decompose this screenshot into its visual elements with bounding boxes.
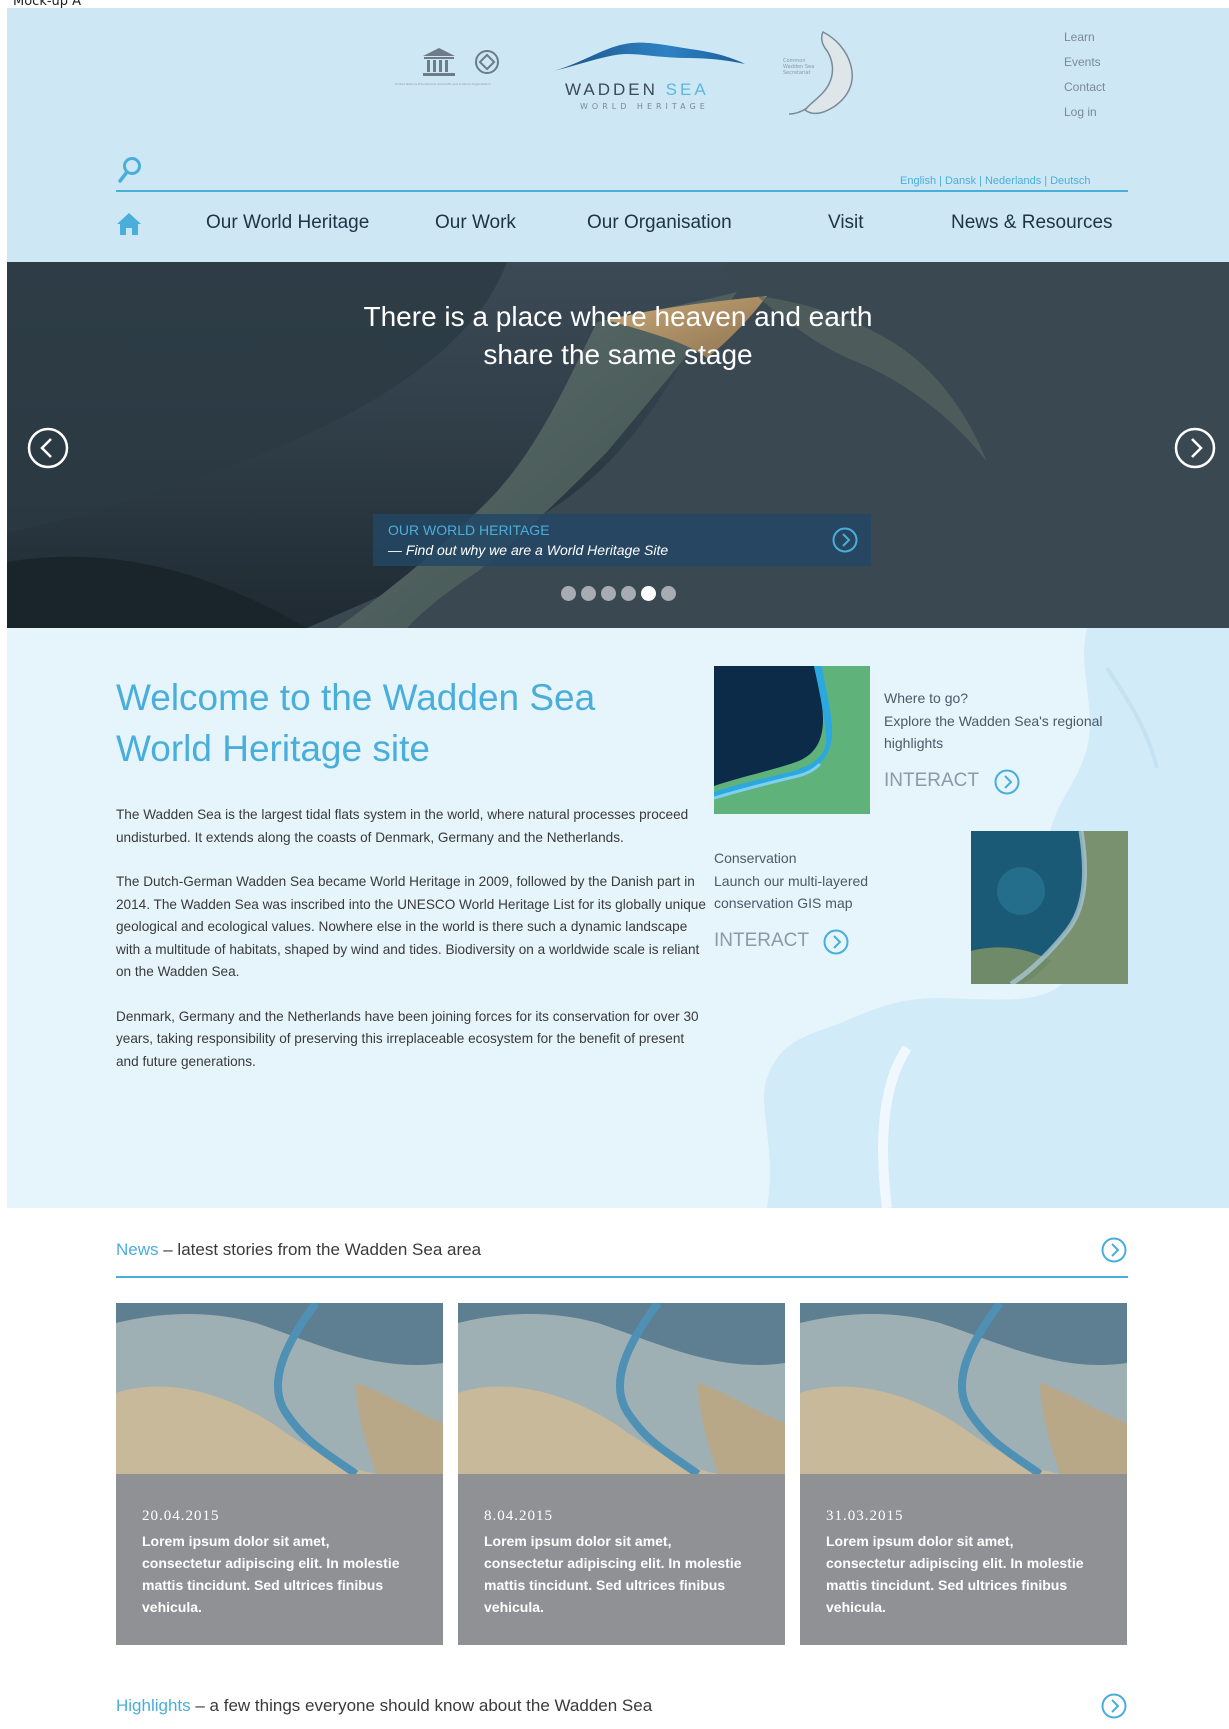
unesco-caption: United Nations Educational, Scientific a…: [395, 82, 491, 86]
interact-arrow-icon[interactable]: [993, 768, 1021, 796]
nav-our-world-heritage[interactable]: Our World Heritage: [206, 212, 369, 234]
news-more-arrow-icon[interactable]: [1100, 1236, 1128, 1264]
callout-subtitle: — Find out why we are a World Heritage S…: [388, 542, 669, 558]
slider-dot[interactable]: [621, 586, 636, 601]
language-english[interactable]: English: [900, 175, 936, 187]
hero-callout[interactable]: OUR WORLD HERITAGE — Find out why we are…: [373, 514, 871, 566]
nav-visit[interactable]: Visit: [828, 212, 864, 234]
language-nederlands[interactable]: Nederlands: [985, 175, 1041, 187]
slider-dot[interactable]: [661, 586, 676, 601]
news-card[interactable]: 31.03.2015 Lorem ipsum dolor sit amet, c…: [800, 1303, 1127, 1645]
language-dansk[interactable]: Dansk: [945, 175, 976, 187]
welcome-section: Welcome to the Wadden Sea World Heritage…: [7, 628, 1229, 1208]
where-to-go-interact-link[interactable]: INTERACT: [884, 770, 979, 792]
main-nav: Our World Heritage Our Work Our Organisa…: [116, 208, 1128, 242]
conservation-gis-map-image[interactable]: [971, 831, 1128, 984]
news-excerpt: Lorem ipsum dolor sit amet, consectetur …: [826, 1533, 1084, 1615]
where-to-go-heading: Where to go?: [884, 690, 969, 706]
news-section-header: News – latest stories from the Wadden Se…: [116, 1237, 1128, 1274]
logo-subtitle: WORLD HERITAGE: [580, 102, 709, 111]
highlights-title: Highlights – a few things everyone shoul…: [116, 1696, 653, 1715]
slider-dot[interactable]: [561, 586, 576, 601]
news-card-image: [116, 1303, 443, 1474]
header-divider: [116, 190, 1128, 192]
utility-nav: Learn Events Contact Log in: [1064, 30, 1105, 130]
language-switcher: English | Dansk | Nederlands | Deutsch: [900, 175, 1091, 187]
utility-link-events[interactable]: Events: [1064, 55, 1105, 80]
news-card-body: 20.04.2015 Lorem ipsum dolor sit amet, c…: [116, 1474, 443, 1645]
slider-dot-active[interactable]: [641, 586, 656, 601]
conservation-heading: Conservation: [714, 850, 797, 866]
news-excerpt: Lorem ipsum dolor sit amet, consectetur …: [142, 1533, 400, 1615]
where-to-go-text: Explore the Wadden Sea's regional highli…: [884, 713, 1103, 751]
news-excerpt: Lorem ipsum dolor sit amet, consectetur …: [484, 1533, 742, 1615]
language-deutsch[interactable]: Deutsch: [1050, 175, 1090, 187]
nav-news-resources[interactable]: News & Resources: [951, 212, 1113, 234]
world-heritage-emblem-icon: [475, 50, 499, 74]
welcome-title: Welcome to the Wadden Sea World Heritage…: [116, 677, 596, 769]
nav-our-organisation[interactable]: Our Organisation: [587, 212, 732, 234]
utility-link-login[interactable]: Log in: [1064, 105, 1105, 130]
wadden-sea-wave-logo: [549, 42, 745, 72]
highlights-more-arrow-icon[interactable]: [1100, 1692, 1128, 1720]
conservation-text: Launch our multi-layered conservation GI…: [714, 873, 869, 911]
news-card-image: [800, 1303, 1127, 1474]
utility-link-learn[interactable]: Learn: [1064, 30, 1105, 55]
slider-dot[interactable]: [601, 586, 616, 601]
slider-dot[interactable]: [581, 586, 596, 601]
hero-headline: There is a place where heaven and earth …: [363, 301, 873, 370]
news-title: News – latest stories from the Wadden Se…: [116, 1240, 482, 1259]
hero-prev-arrow-icon[interactable]: [26, 426, 70, 470]
nav-our-work[interactable]: Our Work: [435, 212, 516, 234]
news-card[interactable]: 20.04.2015 Lorem ipsum dolor sit amet, c…: [116, 1303, 443, 1645]
news-date: 31.03.2015: [826, 1508, 904, 1524]
home-icon[interactable]: [116, 212, 142, 236]
welcome-paragraph: The Wadden Sea is the largest tidal flat…: [116, 807, 689, 845]
conservation-interact-link[interactable]: INTERACT: [714, 930, 809, 952]
hero-next-arrow-icon[interactable]: [1173, 426, 1217, 470]
news-date: 20.04.2015: [142, 1508, 220, 1524]
welcome-paragraph: Denmark, Germany and the Netherlands hav…: [116, 1008, 699, 1069]
regional-highlights-map-image[interactable]: [714, 666, 870, 814]
logo-title: WADDEN SEA: [565, 80, 709, 99]
search-icon[interactable]: [118, 156, 144, 184]
callout-title: OUR WORLD HERITAGE: [388, 522, 550, 538]
hero-slider: There is a place where heaven and earth …: [7, 262, 1229, 628]
utility-link-contact[interactable]: Contact: [1064, 80, 1105, 105]
news-date: 8.04.2015: [484, 1508, 553, 1524]
news-card-image: [458, 1303, 785, 1474]
welcome-body: The Wadden Sea is the largest tidal flat…: [116, 804, 706, 1095]
news-divider: [116, 1276, 1128, 1278]
unesco-temple-icon: [423, 48, 455, 76]
callout-arrow-icon[interactable]: [831, 526, 859, 554]
news-card[interactable]: 8.04.2015 Lorem ipsum dolor sit amet, co…: [458, 1303, 785, 1645]
interact-arrow-icon[interactable]: [822, 928, 850, 956]
news-card-body: 8.04.2015 Lorem ipsum dolor sit amet, co…: [458, 1474, 785, 1645]
highlights-section-header: Highlights – a few things everyone shoul…: [116, 1693, 1128, 1726]
news-card-body: 31.03.2015 Lorem ipsum dolor sit amet, c…: [800, 1474, 1127, 1645]
welcome-paragraph: The Dutch-German Wadden Sea became World…: [116, 874, 706, 979]
cwss-caption: Common Wadden Sea Secretariat: [783, 58, 815, 76]
